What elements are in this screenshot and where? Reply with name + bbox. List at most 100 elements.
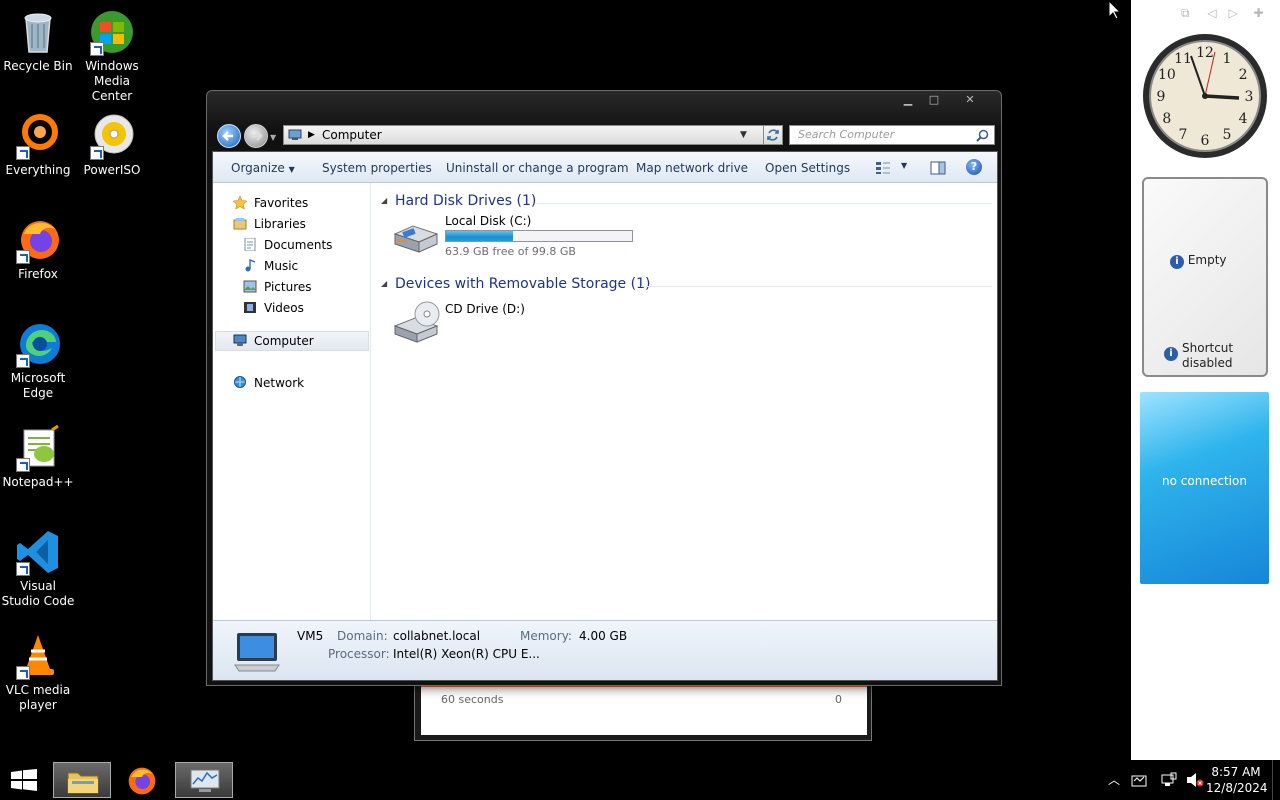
nav-item-music[interactable]: Music [243, 256, 298, 276]
shortcut-arrow-icon [16, 458, 30, 472]
taskbar-explorer-button[interactable] [53, 762, 111, 798]
desktop-icon-notepadpp[interactable]: Notepad++ [0, 424, 76, 490]
forward-button[interactable] [244, 124, 268, 148]
weather-status: no connection [1162, 474, 1247, 488]
gadget-gallery-icon[interactable]: ⧉ [1181, 6, 1190, 20]
desktop-icon-edge[interactable]: Microsoft Edge [0, 320, 76, 401]
nav-item-documents[interactable]: Documents [243, 235, 332, 255]
gadget-empty-row: i Empty [1170, 253, 1227, 269]
nav-item-network[interactable]: Network [233, 373, 304, 393]
navigation-pane: Favorites Libraries Documents Music Pict… [213, 183, 371, 622]
desktop-icon-media-center[interactable]: Windows Media Center [74, 8, 150, 104]
info-icon: i [1164, 347, 1178, 361]
refresh-button[interactable] [763, 125, 783, 145]
open-settings-button[interactable]: Open Settings [765, 161, 850, 175]
group-divider [537, 203, 992, 204]
vlc-icon [14, 632, 62, 680]
memory-label: Memory: [520, 629, 572, 643]
music-icon [245, 259, 256, 272]
close-button[interactable]: ✕ [949, 92, 991, 109]
desktop-icon-firefox[interactable]: Firefox [0, 216, 76, 282]
cd-drive-icon [393, 301, 440, 343]
gadget-empty-text: Empty [1187, 253, 1227, 267]
network-tray-icon[interactable] [1161, 772, 1177, 788]
firefox-icon [14, 216, 62, 264]
taskbar-clock[interactable]: 8:57 AM 12/8/2024 [1206, 764, 1268, 796]
taskbar-time: 8:57 AM [1211, 765, 1261, 779]
tray-overflow-icon[interactable]: ︿ [1108, 771, 1120, 788]
start-button[interactable] [10, 769, 38, 795]
background-row-value: 0 [835, 693, 842, 706]
clock-gadget[interactable]: 12 1 2 3 4 5 6 7 8 9 10 11 [1141, 32, 1269, 160]
drive-item-c[interactable]: Local Disk (C:) 63.9 GB free of 99.8 GB [389, 214, 639, 262]
folder-icon [67, 772, 99, 794]
everything-icon [14, 112, 62, 160]
network-icon [234, 376, 246, 388]
uninstall-program-button[interactable]: Uninstall or change a program [446, 161, 629, 175]
search-input[interactable]: Search Computer [789, 125, 995, 145]
taskbar-resource-monitor-button[interactable] [175, 762, 233, 798]
recycle-bin-icon [14, 8, 62, 56]
show-desktop-button[interactable] [1272, 760, 1280, 800]
clock-numeral: 4 [1239, 111, 1248, 127]
address-dropdown-icon[interactable]: ▼ [740, 126, 747, 144]
map-network-drive-button[interactable]: Map network drive [636, 161, 748, 175]
nav-label: Documents [264, 238, 333, 252]
group-header-removable[interactable]: Devices with Removable Storage (1) [395, 276, 650, 292]
background-window[interactable]: 60 seconds 0 [414, 680, 872, 741]
desktop-icon-vscode[interactable]: Visual Studio Code [0, 528, 76, 609]
desktop-icon-recycle-bin[interactable]: Recycle Bin [0, 8, 76, 74]
drive-c-free-space: 63.9 GB free of 99.8 GB [445, 245, 576, 258]
clock-face: 12 12 3 45678 9 1011 [1143, 34, 1267, 158]
view-options-icon [876, 162, 890, 174]
desktop-icon-label: Firefox [18, 267, 58, 281]
change-view-button[interactable]: ▼ [875, 160, 909, 176]
action-center-icon[interactable] [1131, 773, 1147, 787]
drive-item-d[interactable]: CD Drive (D:) [389, 298, 589, 346]
group-header-hdd[interactable]: Hard Disk Drives (1) [395, 193, 536, 209]
desktop-icon-poweriso[interactable]: PowerISO [74, 112, 150, 178]
chevron-down-icon: ▼ [901, 161, 908, 170]
slideshow-gadget[interactable]: i Empty i Shortcut disabled [1142, 177, 1268, 377]
explorer-window[interactable]: ▁ □ ✕ ▼ ▶ Computer ▼ Search Computer Org… [206, 90, 1002, 686]
maximize-button[interactable]: □ [921, 92, 947, 109]
clock-numeral: 10 [1158, 67, 1176, 83]
organize-button[interactable]: Organize ▼ [231, 161, 295, 175]
nav-label: Computer [254, 334, 314, 348]
weather-gadget[interactable]: no connection [1140, 392, 1269, 584]
taskbar-firefox-button[interactable] [114, 762, 172, 798]
star-icon [233, 196, 247, 209]
mouse-cursor-icon [1108, 0, 1122, 20]
nav-label: Videos [264, 301, 304, 315]
volume-muted-icon[interactable] [1186, 772, 1204, 788]
computer-large-icon [234, 633, 280, 672]
sidebar-next-icon[interactable]: ▷ [1228, 6, 1237, 20]
nav-item-favorites[interactable]: Favorites [233, 193, 308, 213]
sidebar-prev-icon[interactable]: ◁ [1207, 6, 1216, 20]
address-text[interactable]: Computer [322, 126, 382, 144]
desktop-icon-everything[interactable]: Everything [0, 112, 76, 178]
clock-hour-hand [1204, 94, 1240, 100]
group-collapse-hdd-icon[interactable]: ◢ [381, 196, 387, 205]
minimize-button[interactable]: ▁ [895, 92, 921, 109]
gadget-shortcut-text: Shortcut disabled [1182, 341, 1234, 370]
drive-c-usage-fill [446, 231, 513, 241]
preview-pane-button[interactable] [930, 160, 946, 179]
recent-pages-dropdown[interactable]: ▼ [270, 133, 276, 142]
help-button[interactable]: ? [966, 159, 982, 175]
nav-label: Music [264, 259, 299, 273]
group-collapse-removable-icon[interactable]: ◢ [381, 279, 387, 288]
domain-value: collabnet.local [393, 629, 481, 643]
nav-item-pictures[interactable]: Pictures [243, 277, 312, 297]
nav-item-computer[interactable]: Computer [233, 331, 314, 351]
nav-item-videos[interactable]: Videos [243, 298, 304, 318]
shortcut-arrow-icon [16, 354, 30, 368]
address-bar[interactable]: ▶ Computer ▼ [283, 125, 767, 145]
back-button[interactable] [217, 124, 241, 148]
desktop-icon-vlc[interactable]: VLC media player [0, 632, 76, 713]
nav-item-libraries[interactable]: Libraries [233, 214, 306, 234]
shortcut-arrow-icon [16, 250, 30, 264]
clock-numeral: 6 [1201, 133, 1210, 149]
system-properties-button[interactable]: System properties [322, 161, 432, 175]
add-gadget-icon[interactable]: ✚ [1254, 6, 1264, 20]
